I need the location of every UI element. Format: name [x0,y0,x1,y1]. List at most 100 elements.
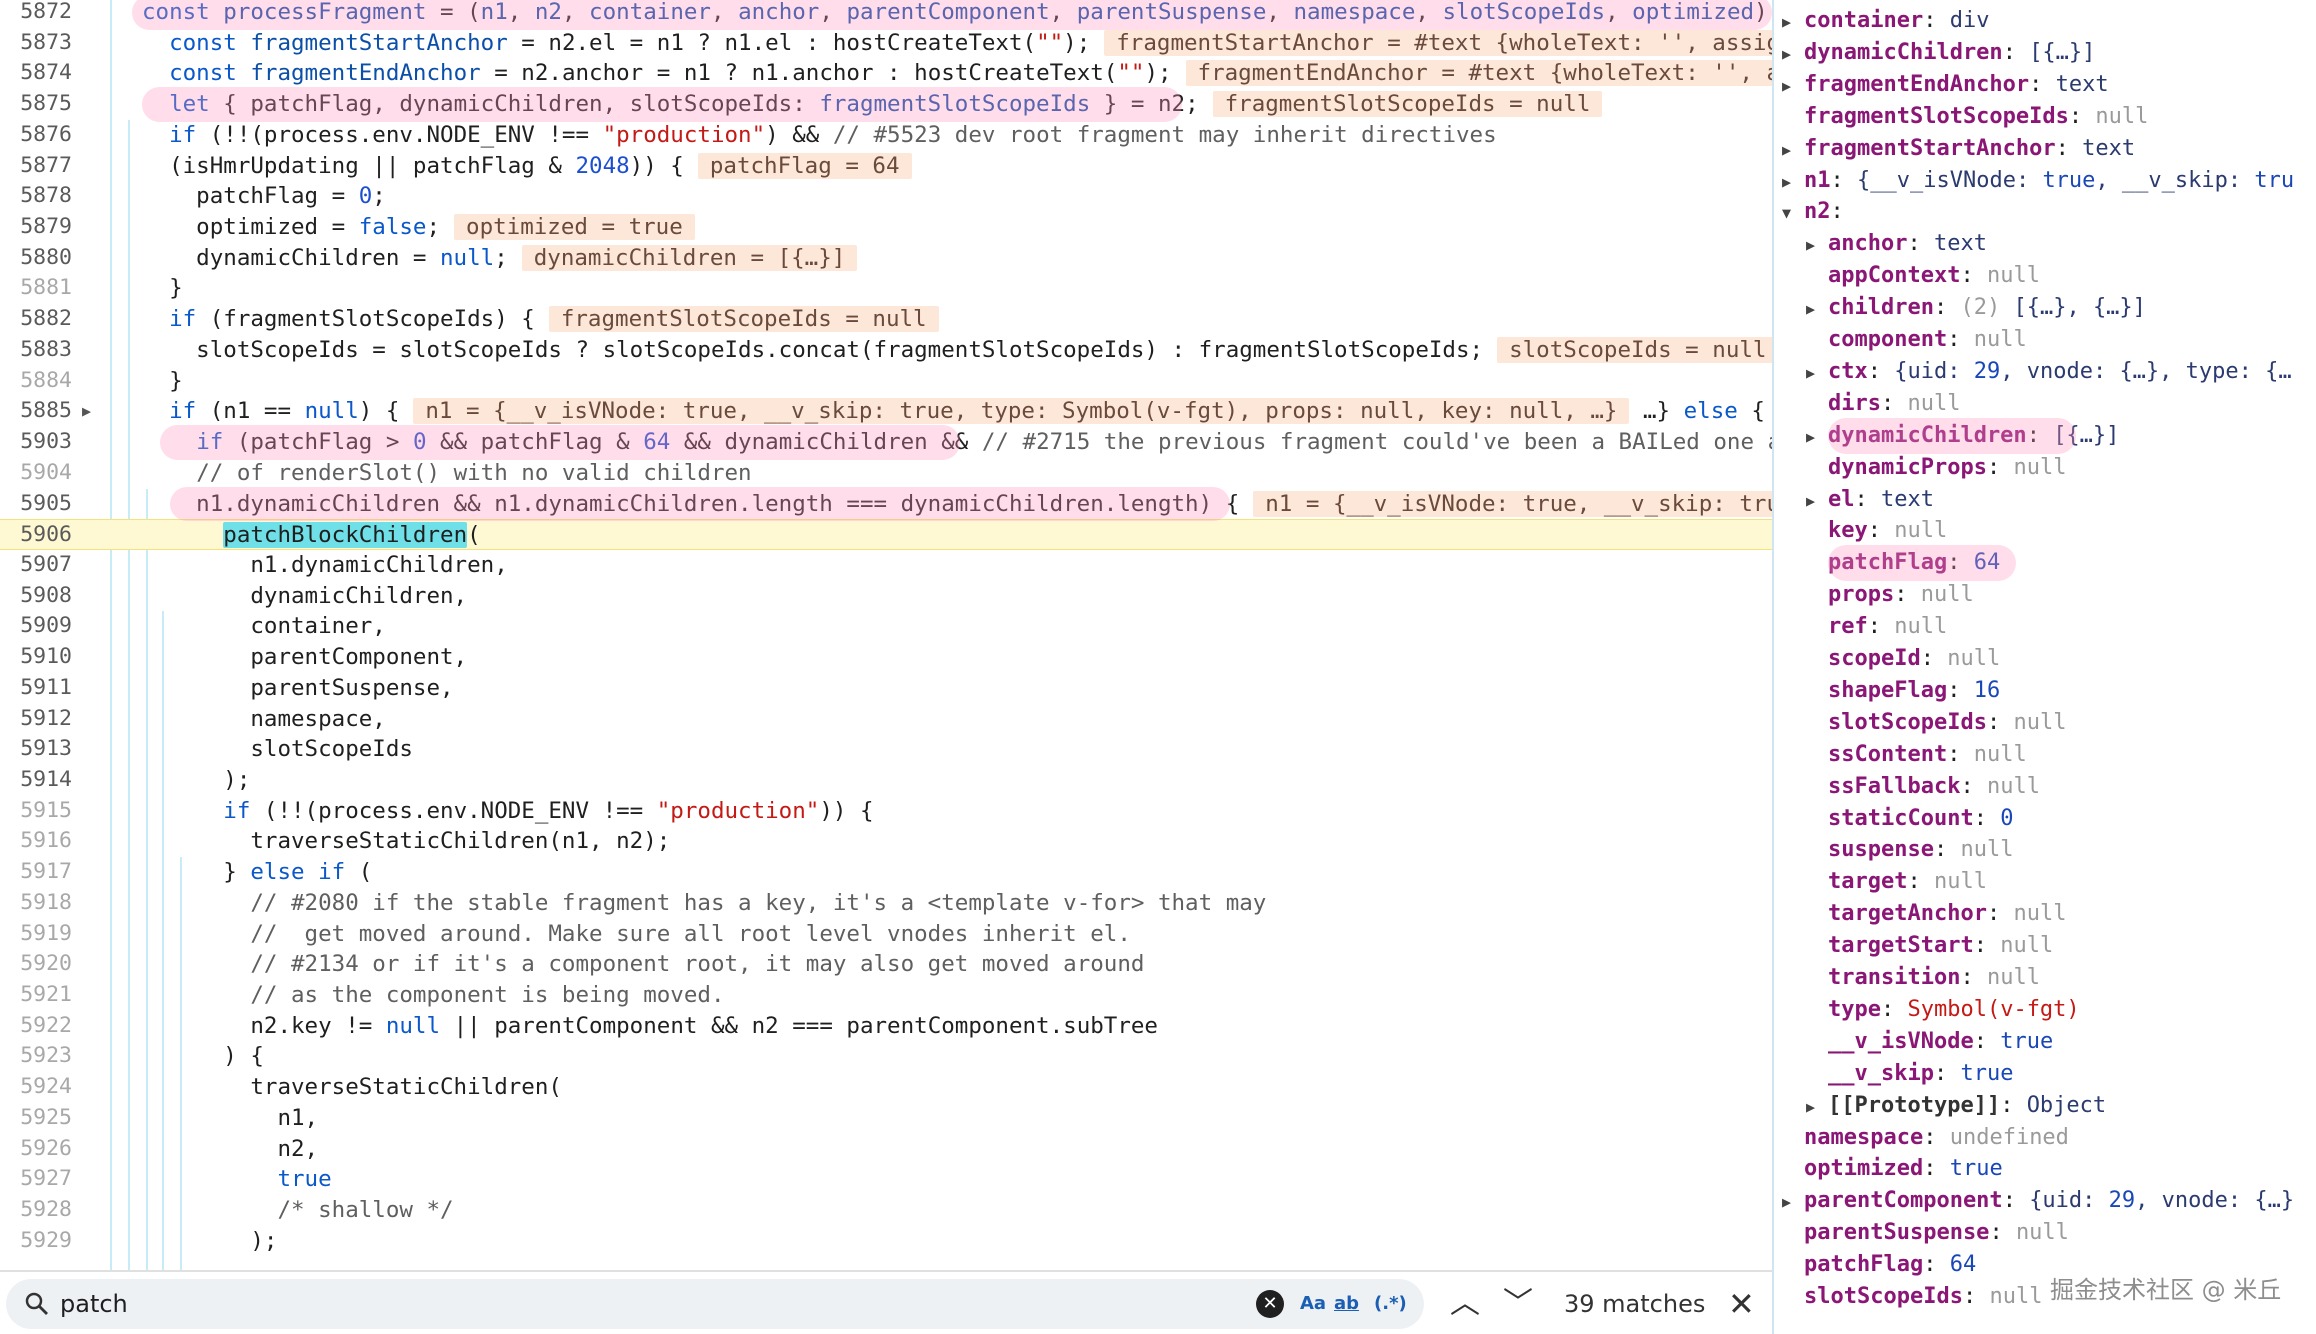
code-line[interactable]: 5923 ) { [0,1041,1772,1072]
line-number[interactable]: 5910 [0,642,72,673]
line-number[interactable]: 5905 [0,489,72,520]
scope-variable-row[interactable]: dirs: null [1806,388,2316,420]
regex-toggle[interactable]: (.*) [1374,1291,1407,1317]
code-line[interactable]: 5928 /* shallow */ [0,1195,1772,1226]
scope-variable-row[interactable]: optimized: true [1782,1153,2316,1185]
line-number[interactable]: 5885 [0,396,72,427]
line-number[interactable]: 5928 [0,1195,72,1226]
code-line[interactable]: 5929 ); [0,1226,1772,1257]
scope-variable-row[interactable]: suspense: null [1806,834,2316,866]
code-line[interactable]: 5880 dynamicChildren = null; dynamicChild… [0,243,1772,274]
scope-panel[interactable]: ▶ container: div ▶ dynamicChildren: [{…}] ▶ f… [1774,0,2316,1334]
scope-variable-row[interactable]: namespace: undefined [1782,1122,2316,1154]
scope-variable-row[interactable]: slotScopeIds: null [1806,707,2316,739]
scope-variable-row[interactable]: ssContent: null [1806,739,2316,771]
line-number[interactable]: 5914 [0,765,72,796]
scope-variable-row[interactable]: ssFallback: null [1806,771,2316,803]
code-line[interactable]: 5908 dynamicChildren, [0,581,1772,612]
expand-triangle-icon[interactable]: ▶ [1806,486,1828,518]
scope-variable-row[interactable]: ▶ n1: {__v_isVNode: true, __v_skip: tru [1782,165,2316,197]
scope-variable-row[interactable]: appContext: null [1806,260,2316,292]
scope-variable-row[interactable]: ▶ el: text [1806,484,2316,516]
line-number[interactable]: 5911 [0,673,72,704]
expand-triangle-icon[interactable]: ▶ [1806,422,1828,454]
code-line[interactable]: 5921 // as the component is being moved. [0,980,1772,1011]
scope-variable-row[interactable]: ▶ ctx: {uid: 29, vnode: {…}, type: {… [1806,356,2316,388]
scope-variable-row[interactable]: ▶ dynamicChildren: [{…}] [1782,37,2316,69]
line-number[interactable]: 5879 [0,212,72,243]
code-line[interactable]: 5884 } [0,366,1772,397]
scope-variable-row[interactable]: staticCount: 0 [1806,803,2316,835]
expand-triangle-icon[interactable]: ▶ [1806,1092,1828,1124]
line-number[interactable]: 5922 [0,1011,72,1042]
code-line[interactable]: 5927 true [0,1164,1772,1195]
line-number[interactable]: 5873 [0,28,72,59]
code-line[interactable]: 5883 slotScopeIds = slotScopeIds ? slotS… [0,335,1772,366]
scope-variable-row[interactable]: shapeFlag: 16 [1806,675,2316,707]
code-line[interactable]: 5876 if (!!(process.env.NODE_ENV !== "pr… [0,120,1772,151]
line-number[interactable]: 5908 [0,581,72,612]
scope-variable-row[interactable]: parentSuspense: null [1782,1217,2316,1249]
line-number[interactable]: 5906 [0,520,72,551]
line-number[interactable]: 5878 [0,181,72,212]
line-number[interactable]: 5912 [0,704,72,735]
scope-variable-row[interactable]: ▶ fragmentStartAnchor: text [1782,133,2316,165]
expand-triangle-icon[interactable]: ▶ [1782,39,1804,71]
scope-variable-row[interactable]: ▶ container: div [1782,5,2316,37]
code-line[interactable]: 5912 namespace, [0,704,1772,735]
scope-variable-row[interactable]: type: Symbol(v-fgt) [1806,994,2316,1026]
line-number[interactable]: 5929 [0,1226,72,1257]
code-line[interactable]: 5903 if (patchFlag > 0 && patchFlag & 64… [0,427,1772,458]
scope-variable-row[interactable]: targetStart: null [1806,930,2316,962]
scope-variable-row[interactable]: __v_skip: true [1806,1058,2316,1090]
search-input[interactable]: patch ✕ Aa ab (.*) [6,1279,1424,1329]
expand-triangle-icon[interactable]: ▶ [1782,1187,1804,1219]
line-number[interactable]: 5920 [0,949,72,980]
code-line[interactable]: 5914 ); [0,765,1772,796]
line-number[interactable]: 5918 [0,888,72,919]
scope-variable-row[interactable]: key: null [1806,515,2316,547]
scope-variable-row[interactable]: ▶ fragmentEndAnchor: text [1782,69,2316,101]
scope-variable-row[interactable]: fragmentSlotScopeIds: null [1782,101,2316,133]
code-line[interactable]: 5885 ▶ if (n1 == null) {n1 = {__v_isVNode… [0,396,1772,427]
code-line[interactable]: 5917 } else if ( [0,857,1772,888]
code-line[interactable]: 5926 n2, [0,1134,1772,1165]
line-number[interactable]: 5882 [0,304,72,335]
scope-variable-row[interactable]: ▶ parentComponent: {uid: 29, vnode: {…} [1782,1185,2316,1217]
scope-variable-row[interactable]: props: null [1806,579,2316,611]
scope-variable-row[interactable]: scopeId: null [1806,643,2316,675]
expand-triangle-icon[interactable]: ▶ [1782,7,1804,39]
code-line[interactable]: 5875 let { patchFlag, dynamicChildren, s… [0,89,1772,120]
scope-variable-row[interactable]: ▶ children: (2) [{…}, {…}] [1806,292,2316,324]
expand-triangle-icon[interactable]: ▶ [1806,358,1828,390]
code-line[interactable]: 5905 n1.dynamicChildren && n1.dynamicChi… [0,489,1772,520]
scope-variable-row[interactable]: targetAnchor: null [1806,898,2316,930]
line-number[interactable]: 5876 [0,120,72,151]
code-line[interactable]: 5873 const fragmentStartAnchor = n2.el =… [0,28,1772,59]
code-line[interactable]: 5922 n2.key != null || parentComponent &… [0,1011,1772,1042]
code-line[interactable]: 5909 container, [0,611,1772,642]
code-line[interactable]: 5924 traverseStaticChildren( [0,1072,1772,1103]
scope-variable-row[interactable]: ▶ dynamicChildren: [{…}] [1806,420,2316,452]
line-number[interactable]: 5921 [0,980,72,1011]
expand-triangle-icon[interactable]: ▶ [1782,135,1804,167]
code-line[interactable]: 5907 n1.dynamicChildren, [0,550,1772,581]
expand-triangle-icon[interactable]: ▶ [1806,230,1828,262]
clear-search-icon[interactable]: ✕ [1256,1290,1284,1318]
line-number[interactable]: 5872 [0,0,72,28]
code-line[interactable]: 5910 parentComponent, [0,642,1772,673]
line-number[interactable]: 5926 [0,1134,72,1165]
code-line[interactable]: 5904 // of renderSlot() with no valid ch… [0,458,1772,489]
line-number[interactable]: 5915 [0,796,72,827]
code-line[interactable]: 5913 slotScopeIds [0,734,1772,765]
expand-triangle-icon[interactable]: ▶ [1782,71,1804,103]
code-line[interactable]: 5911 parentSuspense, [0,673,1772,704]
scope-variable-row[interactable]: patchFlag: 64 [1806,547,2316,579]
line-number[interactable]: 5884 [0,366,72,397]
next-match-button[interactable]: ﹀ [1503,1280,1533,1328]
expand-triangle-icon[interactable]: ▶ [1782,167,1804,199]
match-case-toggle[interactable]: Aa [1300,1291,1326,1317]
line-number[interactable]: 5925 [0,1103,72,1134]
line-number[interactable]: 5917 [0,857,72,888]
code-line[interactable]: 5915 if (!!(process.env.NODE_ENV !== "pr… [0,796,1772,827]
